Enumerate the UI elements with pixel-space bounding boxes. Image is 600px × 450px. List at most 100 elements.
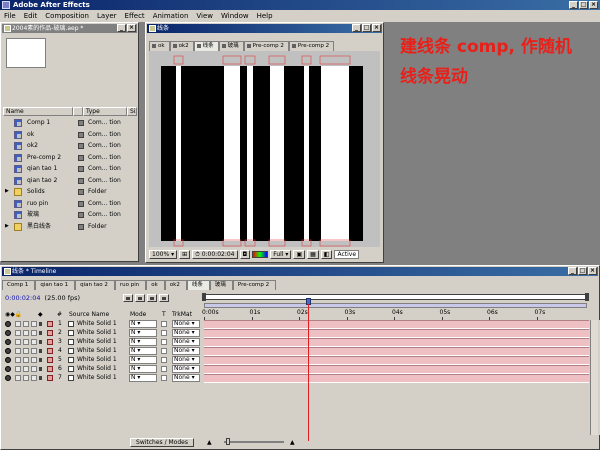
label-color-swatch[interactable] bbox=[78, 131, 84, 138]
blend-mode-dropdown[interactable]: N ▾ bbox=[129, 374, 157, 382]
blend-mode-dropdown[interactable]: N ▾ bbox=[129, 329, 157, 337]
minimize-icon[interactable]: _ bbox=[568, 267, 577, 275]
close-icon[interactable]: × bbox=[372, 24, 381, 32]
mode-header[interactable]: Mode bbox=[130, 311, 146, 318]
project-item[interactable]: Pre-comp 2 Com... tion bbox=[3, 152, 137, 164]
timeline-tab[interactable]: ok bbox=[146, 280, 165, 290]
solo-toggle[interactable] bbox=[23, 357, 29, 363]
layer-label-color[interactable] bbox=[47, 348, 53, 354]
layer-number-header[interactable]: # bbox=[57, 311, 62, 318]
layer-row[interactable]: 2 White Solid 1 N ▾ None ▾ bbox=[2, 329, 600, 338]
timeline-tab[interactable]: Pre-comp 2 bbox=[232, 280, 277, 290]
zoom-slider-knob[interactable] bbox=[226, 438, 230, 445]
source-name-header[interactable]: Source Name bbox=[69, 311, 109, 318]
minimize-icon[interactable]: _ bbox=[352, 24, 361, 32]
layer-label-color[interactable] bbox=[47, 339, 53, 345]
layer-duration-bar[interactable] bbox=[204, 365, 589, 374]
solo-toggle[interactable] bbox=[23, 348, 29, 354]
blend-mode-dropdown[interactable]: N ▾ bbox=[129, 365, 157, 373]
project-item[interactable]: 玻璃 Com... tion bbox=[3, 209, 137, 221]
menu-effect[interactable]: Effect bbox=[125, 11, 145, 21]
menu-view[interactable]: View bbox=[196, 11, 213, 21]
minimize-icon[interactable]: _ bbox=[569, 1, 578, 9]
work-area-start-handle[interactable] bbox=[202, 293, 206, 301]
channel-color-icon[interactable] bbox=[252, 251, 269, 258]
layer-row[interactable]: 6 White Solid 1 N ▾ None ▾ bbox=[2, 365, 600, 374]
comp-tab[interactable]: Pre-comp 2 bbox=[288, 41, 335, 51]
visibility-eye-icon[interactable] bbox=[5, 348, 11, 354]
composition-panel-title[interactable]: 线条 bbox=[147, 24, 382, 33]
project-item[interactable]: qian tao 1 Com... tion bbox=[3, 163, 137, 175]
visibility-eye-icon[interactable] bbox=[5, 357, 11, 363]
lock-toggle[interactable] bbox=[31, 339, 37, 345]
layer-row[interactable]: 4 White Solid 1 N ▾ None ▾ bbox=[2, 347, 600, 356]
project-item[interactable]: ruo pin Com... tion bbox=[3, 198, 137, 210]
lock-toggle[interactable] bbox=[31, 348, 37, 354]
menu-help[interactable]: Help bbox=[257, 11, 273, 21]
current-time-indicator-line[interactable] bbox=[308, 304, 309, 441]
label-color-swatch[interactable] bbox=[78, 154, 84, 161]
safe-zones-icon[interactable]: ⊞ bbox=[179, 250, 191, 259]
project-item[interactable]: ▶ Solids Folder bbox=[3, 186, 137, 198]
layer-duration-bar[interactable] bbox=[204, 329, 589, 338]
maximize-icon[interactable]: □ bbox=[579, 1, 588, 9]
composition-viewer[interactable] bbox=[149, 51, 380, 247]
menu-edit[interactable]: Edit bbox=[24, 11, 38, 21]
comp-tab[interactable]: Pre-comp 2 bbox=[243, 41, 289, 51]
layer-row[interactable]: 1 White Solid 1 N ▾ None ▾ bbox=[2, 320, 600, 329]
preserve-transparency-checkbox[interactable] bbox=[161, 348, 167, 354]
visibility-eye-icon[interactable] bbox=[5, 339, 11, 345]
track-matte-dropdown[interactable]: None ▾ bbox=[172, 347, 200, 355]
zoom-in-icon[interactable]: ▲ bbox=[290, 439, 295, 446]
track-matte-dropdown[interactable]: None ▾ bbox=[172, 338, 200, 346]
comp-tab[interactable]: ok bbox=[149, 41, 170, 51]
expand-triangle-icon[interactable] bbox=[39, 349, 42, 353]
layer-duration-bar[interactable] bbox=[204, 320, 589, 329]
lock-toggle[interactable] bbox=[31, 357, 37, 363]
audio-toggle[interactable] bbox=[15, 357, 21, 363]
menu-animation[interactable]: Animation bbox=[153, 11, 189, 21]
preserve-transparency-checkbox[interactable] bbox=[161, 366, 167, 372]
tab-close-icon[interactable] bbox=[172, 44, 177, 48]
timeline-zoom-slider[interactable] bbox=[224, 438, 284, 445]
work-area-bar[interactable] bbox=[202, 293, 589, 301]
audio-toggle[interactable] bbox=[15, 348, 21, 354]
audio-toggle[interactable] bbox=[15, 321, 21, 327]
track-matte-dropdown[interactable]: None ▾ bbox=[172, 329, 200, 337]
snapshot-icon[interactable]: ◘ bbox=[239, 250, 251, 259]
timeline-tab[interactable]: ruo pin bbox=[114, 280, 147, 290]
track-matte-dropdown[interactable]: None ▾ bbox=[172, 365, 200, 373]
menu-file[interactable]: File bbox=[4, 11, 16, 21]
layer-duration-bar[interactable] bbox=[204, 356, 589, 365]
tab-close-icon[interactable] bbox=[152, 44, 156, 48]
comp-tab[interactable]: ok2 bbox=[169, 41, 194, 51]
layer-label-color[interactable] bbox=[47, 357, 53, 363]
layer-source-name[interactable]: White Solid 1 bbox=[77, 365, 117, 373]
expand-triangle-icon[interactable] bbox=[39, 331, 42, 335]
visibility-eye-icon[interactable] bbox=[5, 321, 11, 327]
transparency-grid-icon[interactable]: ▦ bbox=[307, 250, 319, 259]
layer-source-name[interactable]: White Solid 1 bbox=[77, 347, 117, 355]
visibility-eye-icon[interactable] bbox=[5, 375, 11, 381]
expand-triangle-icon[interactable] bbox=[39, 376, 42, 380]
timecode-display[interactable]: ⏱ 0:00:02:04 bbox=[192, 250, 238, 259]
layer-duration-bar[interactable] bbox=[204, 338, 589, 347]
tab-close-icon[interactable] bbox=[246, 44, 251, 48]
label-color-swatch[interactable] bbox=[78, 212, 84, 218]
tab-close-icon[interactable] bbox=[221, 44, 226, 48]
preserve-transparency-checkbox[interactable] bbox=[161, 330, 167, 336]
tab-close-icon[interactable] bbox=[196, 44, 201, 48]
preserve-transparency-checkbox[interactable] bbox=[161, 357, 167, 363]
lock-toggle[interactable] bbox=[31, 321, 37, 327]
project-item[interactable]: qian tao 2 Com... tion bbox=[3, 175, 137, 187]
solo-toggle[interactable] bbox=[23, 330, 29, 336]
timeline-timecode[interactable]: 0:00:02:04 (25.00 fps) bbox=[5, 294, 80, 302]
label-color-swatch[interactable] bbox=[78, 143, 84, 149]
work-area-end-handle[interactable] bbox=[585, 293, 589, 301]
solo-toggle[interactable] bbox=[23, 321, 29, 327]
column-header-type[interactable]: Type bbox=[83, 107, 127, 116]
layer-source-name[interactable]: White Solid 1 bbox=[77, 374, 117, 382]
menu-layer[interactable]: Layer bbox=[97, 11, 117, 21]
layer-label-color[interactable] bbox=[47, 375, 53, 381]
composition-canvas[interactable] bbox=[149, 51, 380, 247]
